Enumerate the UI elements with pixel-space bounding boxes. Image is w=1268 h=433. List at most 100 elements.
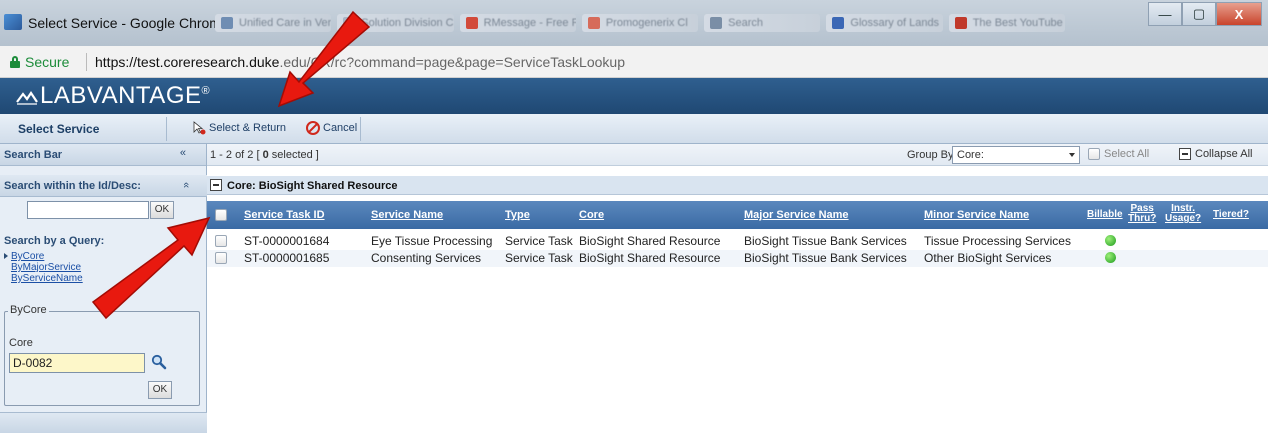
row-checkbox[interactable] (215, 252, 227, 264)
core-input[interactable] (9, 353, 145, 373)
cancel-button[interactable]: Cancel (306, 121, 357, 135)
cell-core: BioSight Shared Resource (579, 234, 721, 248)
bycore-legend: ByCore (8, 304, 49, 316)
labvantage-logo-icon (16, 91, 38, 105)
tab-favicon-icon (832, 17, 845, 29)
core-ok-button[interactable]: OK (148, 381, 172, 399)
address-separator (86, 53, 87, 71)
grid-header: Service Task ID Service Name Type Core M… (207, 201, 1268, 229)
column-header-billable[interactable]: Billable (1087, 209, 1123, 220)
cell-major-service-name: BioSight Tissue Bank Services (744, 251, 907, 265)
search-bar-header[interactable]: Search Bar « (0, 144, 206, 166)
dropdown-arrow-icon (1069, 153, 1075, 157)
group-header-row[interactable]: Core: BioSight Shared Resource (207, 176, 1268, 195)
toolbar-separator (166, 117, 167, 141)
cell-service-name: Consenting Services (371, 251, 482, 265)
tab-label: RMessage - Free F (483, 17, 576, 29)
window-title: Select Service - Google Chrome (28, 15, 229, 31)
column-header-service-name[interactable]: Service Name (371, 209, 443, 221)
row-checkbox[interactable] (215, 235, 227, 247)
tab-favicon-icon (954, 17, 967, 29)
query-link-byservicename[interactable]: ByServiceName (4, 273, 83, 284)
window-controls: — ▢ X (1148, 2, 1262, 26)
table-row[interactable]: ST-0000001685 Consenting Services Servic… (207, 250, 1268, 267)
groupby-select[interactable]: Core: (952, 146, 1080, 164)
column-header-major-service-name[interactable]: Major Service Name (744, 209, 849, 221)
column-header-instr-usage[interactable]: Instr. Usage? (1165, 204, 1201, 224)
billable-status-icon (1105, 252, 1116, 263)
address-bar[interactable]: Secure https://test.coreresearch.duke.ed… (0, 46, 1268, 78)
cancel-icon (306, 121, 320, 135)
column-header-tiered[interactable]: Tiered? (1213, 209, 1249, 220)
collapse-id-search-icon[interactable]: « (180, 182, 192, 188)
collapse-group-icon[interactable] (210, 179, 222, 191)
count-suffix: selected ] (268, 149, 319, 161)
collapse-all-toggle[interactable]: Collapse All (1179, 148, 1252, 160)
cancel-label: Cancel (323, 122, 358, 134)
group-label: Core: BioSight Shared Resource (227, 180, 398, 192)
search-bar-label: Search Bar (4, 149, 63, 161)
logo-trademark: ® (201, 85, 211, 97)
expand-triangle-icon (4, 253, 8, 259)
minimize-button[interactable]: — (1148, 2, 1182, 26)
select-all-toggle[interactable]: Select All (1088, 148, 1149, 160)
browser-tab[interactable]: Solution Division C (337, 14, 454, 32)
column-header-pass-thru[interactable]: Pass Thru? (1128, 204, 1156, 224)
browser-tabs: Unified Care in Ver Solution Division C … (215, 6, 1065, 40)
column-header-type[interactable]: Type (505, 209, 530, 221)
query-label: Search by a Query: (4, 235, 105, 247)
select-return-icon (193, 121, 206, 135)
app-icon (4, 14, 22, 30)
url-text[interactable]: https://test.coreresearch.duke.edu/CR/rc… (95, 54, 625, 70)
browser-tab[interactable]: The Best YouTube (948, 14, 1065, 32)
collapse-sidebar-icon[interactable]: « (180, 147, 186, 159)
close-button[interactable]: X (1216, 2, 1262, 26)
page-title: Select Service (18, 122, 100, 136)
tab-label: Promogenerix Cl (605, 17, 688, 29)
browser-tab[interactable]: Glossary of Lands (826, 14, 943, 32)
select-all-label: Select All (1104, 148, 1150, 160)
cell-type: Service Task (505, 251, 573, 265)
results-toolbar: 1 - 2 of 2 [ 0 selected ] Group By Core:… (207, 144, 1268, 166)
id-search-header[interactable]: Search within the Id/Desc: « (0, 175, 207, 197)
browser-tab[interactable]: Promogenerix Cl (581, 14, 699, 32)
toolbar-separator (360, 117, 361, 141)
select-return-label: Select & Return (209, 122, 287, 134)
maximize-button[interactable]: ▢ (1182, 2, 1216, 26)
select-all-checkbox[interactable] (1088, 148, 1100, 160)
tab-label: Glossary of Lands (850, 17, 940, 29)
query-link-bycore[interactable]: ByCore (4, 251, 83, 262)
cell-service-task-id: ST-0000001684 (244, 234, 330, 248)
cell-service-task-id: ST-0000001685 (244, 251, 330, 265)
billable-status-icon (1105, 235, 1116, 246)
sidebar-footer (0, 412, 207, 433)
column-header-service-task-id[interactable]: Service Task ID (244, 209, 325, 221)
header-checkbox[interactable] (215, 209, 227, 221)
browser-tab[interactable]: Search (704, 14, 821, 32)
tab-label: Unified Care in Ver (239, 17, 332, 29)
column-header-core[interactable]: Core (579, 209, 604, 221)
core-label: Core (9, 337, 33, 349)
query-links: ByCore ByMajorService ByServiceName (4, 251, 83, 284)
cell-minor-service-name: Tissue Processing Services (924, 234, 1071, 248)
tab-label: Solution Division C (361, 17, 454, 29)
id-search-label: Search within the Id/Desc: (4, 180, 141, 192)
table-row[interactable]: ST-0000001684 Eye Tissue Processing Serv… (207, 233, 1268, 250)
browser-tab[interactable]: RMessage - Free F (459, 14, 576, 32)
pass-thru-line2: Thru? (1128, 213, 1157, 224)
tab-favicon-icon (221, 17, 233, 29)
tab-favicon-icon (710, 17, 723, 29)
secure-label: Secure (25, 54, 70, 70)
search-icon[interactable] (151, 354, 167, 370)
select-return-button[interactable]: Select & Return (192, 121, 286, 135)
url-path: .edu/CR/rc?command=page&page=ServiceTask… (279, 54, 625, 70)
id-search-input[interactable] (27, 201, 149, 219)
column-header-minor-service-name[interactable]: Minor Service Name (924, 209, 1029, 221)
collapse-all-label: Collapse All (1195, 148, 1253, 160)
browser-tab[interactable]: Unified Care in Ver (215, 14, 332, 32)
query-link-bymajorservice[interactable]: ByMajorService (4, 262, 83, 273)
instr-usage-line2: Usage? (1165, 213, 1202, 224)
cell-major-service-name: BioSight Tissue Bank Services (744, 234, 907, 248)
id-search-ok-button[interactable]: OK (150, 201, 174, 219)
tab-favicon-icon (465, 17, 478, 29)
